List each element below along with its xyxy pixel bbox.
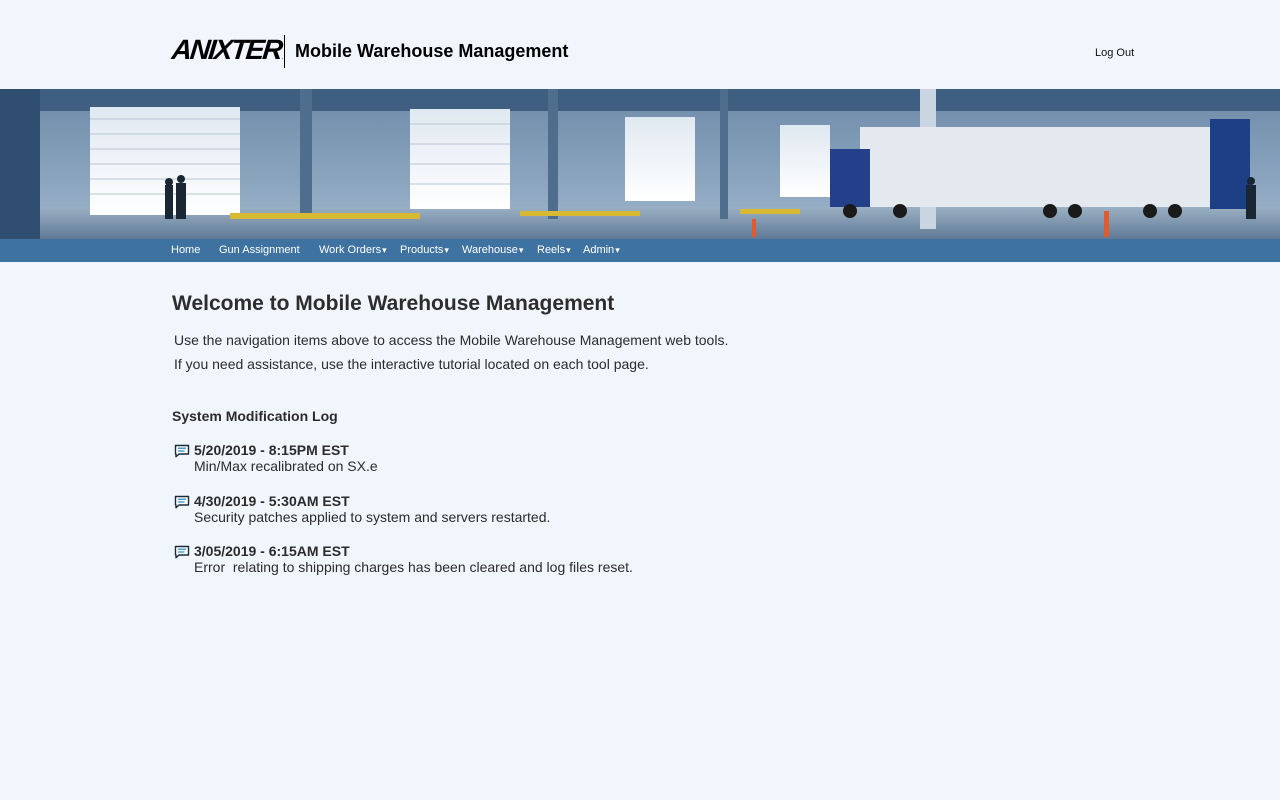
nav-item-label: Reels <box>537 244 566 256</box>
log-entry-text: Error relating to shipping charges has b… <box>194 559 633 575</box>
message-icon <box>174 545 190 559</box>
message-icon <box>174 495 190 509</box>
caret-down-icon: ▾ <box>566 245 571 255</box>
nav-item-label: Products <box>400 244 444 256</box>
nav-item-label: Admin <box>583 244 615 256</box>
header: ANIXTER . Mobile Warehouse Management Lo… <box>0 0 1280 89</box>
intro-line: If you need assistance, use the interact… <box>174 356 649 372</box>
nav-item-label: Work Orders <box>319 244 382 256</box>
log-entry-date: 4/30/2019 - 5:30AM EST <box>194 493 350 509</box>
logout-link[interactable]: Log Out <box>1095 47 1134 59</box>
nav-item-admin[interactable]: Admin▾ <box>583 244 620 256</box>
header-divider <box>284 35 285 68</box>
caret-down-icon: ▾ <box>615 245 620 255</box>
nav-item-label: Home <box>171 244 201 256</box>
nav-item-warehouse[interactable]: Warehouse▾ <box>462 244 523 256</box>
nav-item-work-orders[interactable]: Work Orders▾ <box>319 244 387 256</box>
log-entry: 5/20/2019 - 8:15PM EST Min/Max recalibra… <box>174 442 774 482</box>
log-entry: 3/05/2019 - 6:15AM EST Error relating to… <box>174 543 774 583</box>
log-section-title: System Modification Log <box>172 408 338 424</box>
nav-item-reels[interactable]: Reels▾ <box>537 244 571 256</box>
anixter-logo[interactable]: ANIXTER . <box>170 34 283 65</box>
message-icon <box>174 444 190 458</box>
caret-down-icon: ▾ <box>444 245 449 255</box>
caret-down-icon: ▾ <box>518 245 524 255</box>
nav-item-label: Warehouse <box>462 244 518 256</box>
nav-item-home[interactable]: Home <box>171 244 200 256</box>
app-title: Mobile Warehouse Management <box>295 41 569 61</box>
log-entry-date: 3/05/2019 - 6:15AM EST <box>194 543 350 559</box>
main-navigation: Home Gun Assignment Work Orders▾ Product… <box>0 239 1280 262</box>
log-entry: 4/30/2019 - 5:30AM EST Security patches … <box>174 493 774 533</box>
nav-item-gun-assignment[interactable]: Gun Assignment <box>219 244 300 256</box>
log-entry-text: Security patches applied to system and s… <box>194 509 551 525</box>
intro-line: Use the navigation items above to access… <box>174 332 729 348</box>
log-entry-date: 5/20/2019 - 8:15PM EST <box>194 442 349 458</box>
caret-down-icon: ▾ <box>382 245 387 255</box>
nav-item-label: Gun Assignment <box>219 244 300 256</box>
warehouse-banner-image <box>0 89 1280 239</box>
page-title: Welcome to Mobile Warehouse Management <box>172 292 615 315</box>
logo-wordmark: ANIXTER <box>170 34 283 65</box>
log-entry-text: Min/Max recalibrated on SX.e <box>194 458 378 474</box>
nav-item-products[interactable]: Products▾ <box>400 244 449 256</box>
